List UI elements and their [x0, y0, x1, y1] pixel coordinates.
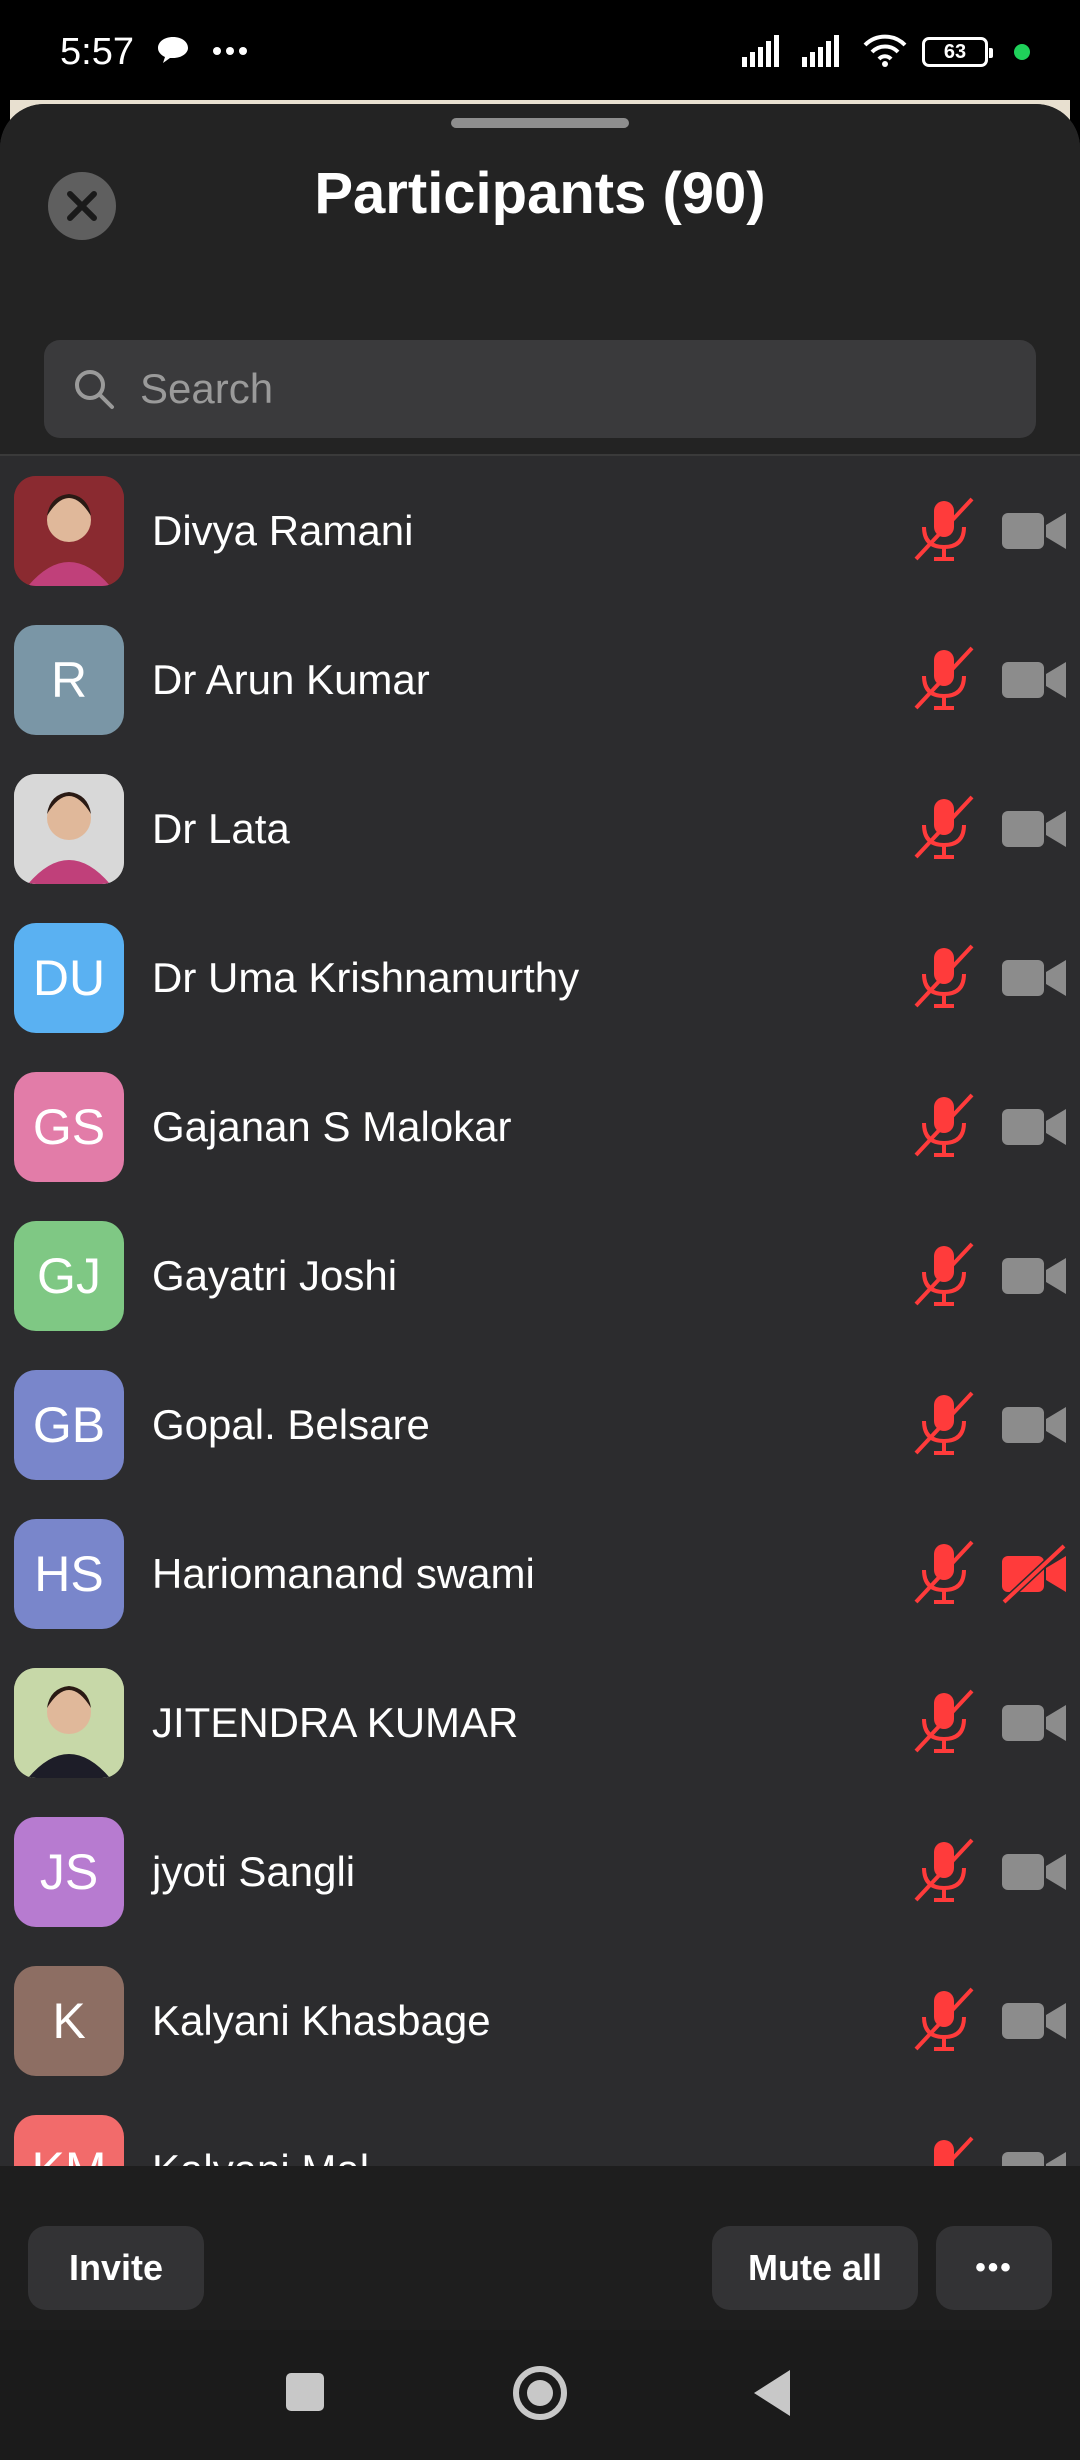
participant-name: Dr Lata [152, 805, 290, 852]
video-camera-icon[interactable] [1000, 1842, 1068, 1902]
avatar: K [14, 1966, 124, 2076]
status-time: 5:57 [60, 30, 134, 73]
avatar [14, 1668, 124, 1778]
participant-name: Kalyani Khasbage [152, 1997, 491, 2044]
video-camera-icon[interactable] [1000, 799, 1068, 859]
mic-muted-icon[interactable] [908, 1687, 980, 1759]
participant-name: Dr Uma Krishnamurthy [152, 954, 580, 1001]
participants-sheet: Participants (90) Search Divya Ramani R Dr… [0, 104, 1080, 2330]
signal-icon [742, 33, 788, 72]
search-input[interactable]: Search [44, 340, 1036, 438]
mic-muted-icon[interactable] [908, 793, 980, 865]
participant-row[interactable]: R Dr Arun Kumar [0, 605, 1080, 755]
home-icon[interactable] [513, 2366, 567, 2420]
participant-row[interactable]: JITENDRA KUMAR [0, 1648, 1080, 1798]
participant-row[interactable]: DU Dr Uma Krishnamurthy [0, 903, 1080, 1053]
avatar: GS [14, 1072, 124, 1182]
video-off-icon[interactable] [1000, 1543, 1068, 1605]
status-bar: 5:57 63 [0, 0, 1080, 104]
mic-muted-icon[interactable] [908, 942, 980, 1014]
avatar: GJ [14, 1221, 124, 1331]
participant-row[interactable]: GS Gajanan S Malokar [0, 1052, 1080, 1202]
participant-name: Divya Ramani [152, 507, 414, 554]
video-camera-icon[interactable] [1000, 1246, 1068, 1306]
participant-row[interactable]: HS Hariomanand swami [0, 1499, 1080, 1649]
battery-indicator: 63 [922, 37, 993, 67]
participant-name: Dr Arun Kumar [152, 656, 430, 703]
privacy-dot [1014, 44, 1030, 60]
mute-all-button[interactable]: Mute all [712, 2226, 918, 2310]
avatar: JS [14, 1817, 124, 1927]
participant-list[interactable]: Divya Ramani R Dr Arun Kumar Dr Lata DU Dr Um… [0, 456, 1080, 2268]
video-camera-icon[interactable] [1000, 1991, 1068, 2051]
video-camera-icon[interactable] [1000, 650, 1068, 710]
participant-row[interactable]: Dr Lata [0, 754, 1080, 904]
invite-button[interactable]: Invite [28, 2226, 204, 2310]
wifi-icon [862, 33, 908, 72]
mic-muted-icon[interactable] [908, 1836, 980, 1908]
video-camera-icon[interactable] [1000, 1395, 1068, 1455]
participant-row[interactable]: GJ Gayatri Joshi [0, 1201, 1080, 1351]
participant-row[interactable]: Divya Ramani [0, 456, 1080, 606]
mic-muted-icon[interactable] [908, 1091, 980, 1163]
avatar: DU [14, 923, 124, 1033]
recents-icon[interactable] [286, 2373, 324, 2411]
avatar: GB [14, 1370, 124, 1480]
search-icon [75, 370, 114, 409]
mic-muted-icon[interactable] [908, 1985, 980, 2057]
mic-muted-icon[interactable] [908, 1538, 980, 1610]
video-camera-icon[interactable] [1000, 1693, 1068, 1753]
more-notifications-icon [212, 43, 248, 61]
avatar [14, 476, 124, 586]
participant-name: jyoti Sangli [152, 1848, 356, 1895]
search-placeholder: Search [140, 365, 274, 412]
video-camera-icon[interactable] [1000, 1097, 1068, 1157]
navigation-bar [0, 2330, 1080, 2460]
participant-name: Gopal. Belsare [152, 1401, 430, 1448]
signal-icon-2 [802, 33, 848, 72]
participant-row[interactable]: JS jyoti Sangli [0, 1797, 1080, 1947]
participant-name: JITENDRA KUMAR [152, 1699, 519, 1746]
back-icon[interactable] [754, 2370, 790, 2416]
participant-name: Hariomanand swami [152, 1550, 535, 1597]
participant-row[interactable]: K Kalyani Khasbage [0, 1946, 1080, 2096]
mic-muted-icon[interactable] [908, 644, 980, 716]
page-title: Participants (90) [314, 161, 766, 226]
mic-muted-icon[interactable] [908, 1389, 980, 1461]
mic-muted-icon[interactable] [908, 495, 980, 567]
participant-name: Gajanan S Malokar [152, 1103, 512, 1150]
chat-bubble-icon [156, 35, 190, 70]
video-camera-icon[interactable] [1000, 501, 1068, 561]
mic-muted-icon[interactable] [908, 1240, 980, 1312]
sheet-header: Participants (90) Search [0, 104, 1080, 454]
avatar: HS [14, 1519, 124, 1629]
avatar: R [14, 625, 124, 735]
video-camera-icon[interactable] [1000, 948, 1068, 1008]
footer-toolbar: Invite Mute all ••• [0, 2166, 1080, 2330]
participant-row[interactable]: GB Gopal. Belsare [0, 1350, 1080, 1500]
avatar [14, 774, 124, 884]
more-options-button[interactable]: ••• [936, 2226, 1052, 2310]
drag-handle[interactable] [451, 118, 629, 128]
participant-name: Gayatri Joshi [152, 1252, 398, 1299]
